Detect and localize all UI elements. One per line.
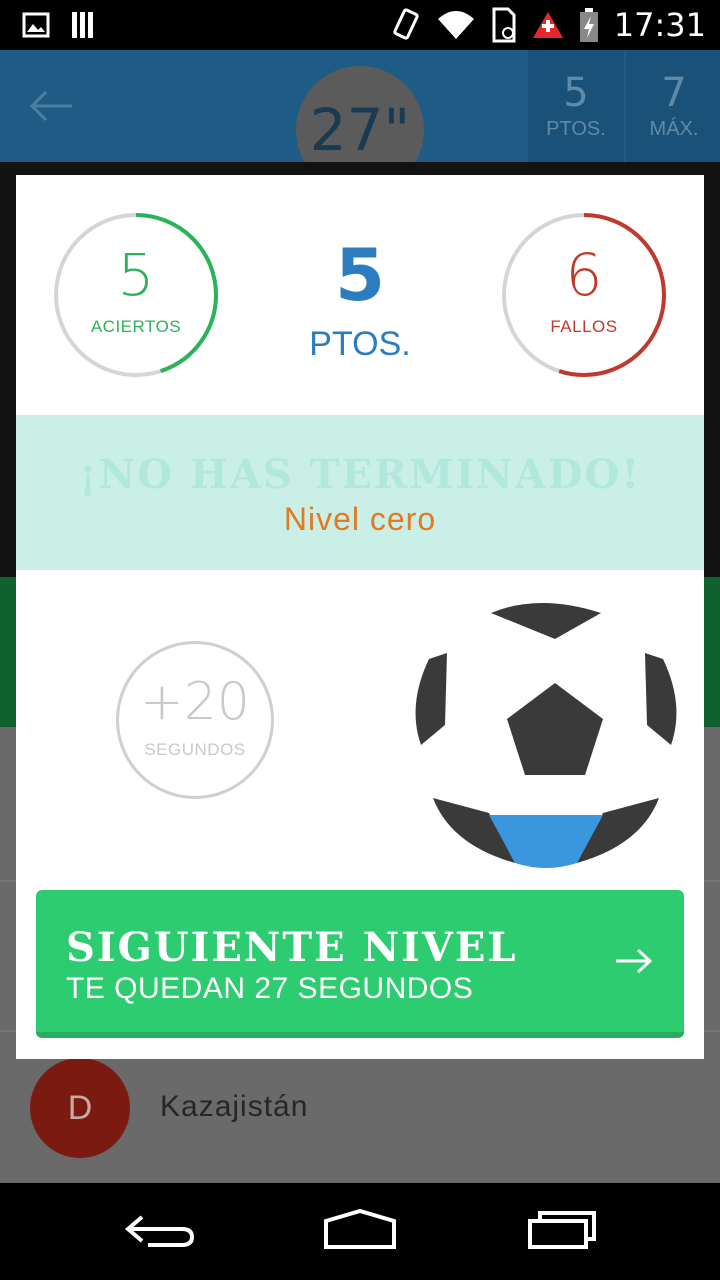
alert-icon (532, 12, 563, 38)
storage-icon (72, 12, 93, 38)
banner-title: ¡NO HAS TERMINADO! (79, 451, 641, 498)
back-arrow-icon[interactable] (26, 86, 76, 126)
bonus-value: +20 (140, 672, 250, 732)
header-max-value: 7 (661, 70, 687, 116)
answer-option-label: Kazajistán (160, 1090, 309, 1123)
points-value: 5 (334, 233, 386, 317)
bonus-seconds-badge: +20 SEGUNDOS (116, 641, 274, 799)
header-points-value: 5 (563, 70, 589, 116)
points-label: PTOS. (309, 325, 411, 363)
aciertos-ring: 5 ACIERTOS (52, 211, 220, 379)
fallos-ring: 6 FALLOS (500, 211, 668, 379)
header-points-label: PTOS. (546, 118, 606, 140)
header-max-label: MÁX. (649, 118, 699, 140)
level-name: Nivel cero (283, 501, 437, 537)
home-icon[interactable] (322, 1207, 398, 1251)
soccer-ball-icon (415, 603, 677, 868)
next-level-title: SIGUIENTE NIVEL (66, 924, 518, 971)
battery-icon (579, 8, 598, 42)
notification-icons (22, 10, 98, 40)
back-icon[interactable] (124, 1207, 196, 1251)
navigation-bar (0, 1183, 720, 1280)
results-dialog: 5 ACIERTOS 5 PTOS. 6 FALLOS ¡NO HAS TERM… (16, 175, 704, 1059)
sim-icon (492, 7, 516, 43)
aciertos-count: 5 (117, 241, 155, 309)
fallos-label: FALLOS (550, 317, 618, 336)
clock: 17:31 (613, 6, 706, 44)
result-banner: ¡NO HAS TERMINADO! Nivel cero (16, 415, 704, 570)
aciertos-label: ACIERTOS (90, 317, 182, 336)
next-level-button[interactable]: SIGUIENTE NIVEL TE QUEDAN 27 SEGUNDOS (36, 890, 684, 1038)
arrow-right-icon (616, 948, 653, 974)
recent-apps-icon[interactable] (526, 1207, 598, 1251)
bonus-label: SEGUNDOS (144, 740, 246, 759)
wifi-icon (437, 11, 474, 39)
time-remaining-label: TE QUEDAN 27 SEGUNDOS (66, 972, 474, 1005)
image-icon (22, 12, 50, 38)
answer-letter-avatar: D (30, 1058, 130, 1158)
header-max: 7 MÁX. (626, 50, 720, 162)
fallos-count: 6 (565, 241, 603, 309)
status-bar: 17:31 (0, 0, 720, 50)
header-points: 5 PTOS. (528, 50, 624, 162)
vibrate-icon (393, 8, 419, 40)
system-icons: 17:31 (390, 6, 706, 44)
